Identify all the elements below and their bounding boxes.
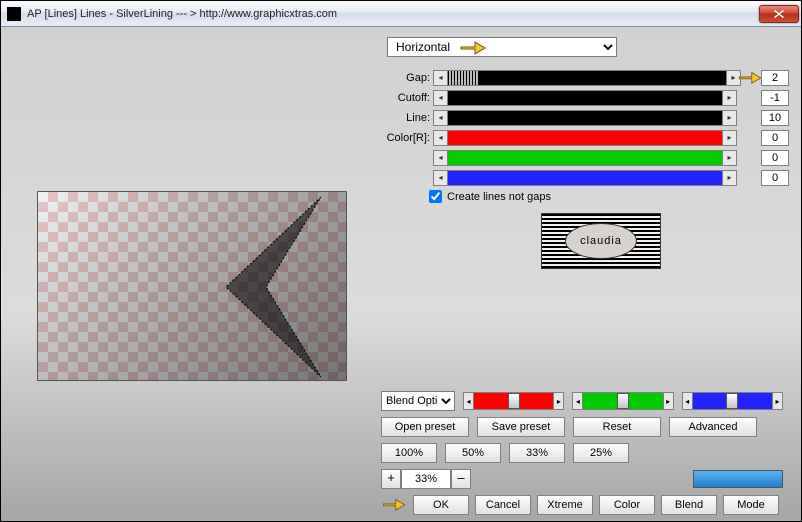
- preview-canvas: [37, 191, 347, 381]
- gap-label: Gap:: [381, 72, 433, 84]
- cutoff-value[interactable]: -1: [761, 90, 789, 106]
- slider-knob[interactable]: [726, 393, 738, 409]
- arrow-left-icon[interactable]: ◂: [434, 71, 448, 85]
- save-preset-button[interactable]: Save preset: [477, 417, 565, 437]
- create-lines-checkbox[interactable]: [429, 190, 442, 203]
- arrow-left-icon[interactable]: ◂: [434, 171, 448, 185]
- color-g-value[interactable]: 0: [761, 150, 789, 166]
- cursor-hand-icon: [381, 496, 407, 514]
- slider-knob[interactable]: [617, 393, 629, 409]
- blend-b-slider[interactable]: ◂ ▸: [682, 392, 783, 410]
- zoom-25-button[interactable]: 25%: [573, 443, 629, 463]
- open-preset-button[interactable]: Open preset: [381, 417, 469, 437]
- line-label: Line:: [381, 112, 433, 124]
- color-swatch[interactable]: [693, 470, 783, 488]
- title-bar: AP [Lines] Lines - SilverLining --- > ht…: [1, 1, 801, 27]
- zoom-50-button[interactable]: 50%: [445, 443, 501, 463]
- arrow-right-icon[interactable]: ▸: [663, 393, 673, 409]
- xtreme-button[interactable]: Xtreme: [537, 495, 593, 515]
- color-button[interactable]: Color: [599, 495, 655, 515]
- arrow-right-icon[interactable]: ▸: [722, 151, 736, 165]
- color-g-slider[interactable]: ◂ ▸: [433, 150, 737, 166]
- color-r-value[interactable]: 0: [761, 130, 789, 146]
- color-b-value[interactable]: 0: [761, 170, 789, 186]
- arrow-right-icon[interactable]: ▸: [772, 393, 782, 409]
- arrow-left-icon[interactable]: ◂: [434, 91, 448, 105]
- orientation-select[interactable]: Horizontal: [387, 37, 617, 57]
- line-value[interactable]: 10: [761, 110, 789, 126]
- brand-logo: claudia: [541, 213, 661, 269]
- arrow-left-icon[interactable]: ◂: [434, 111, 448, 125]
- cancel-button[interactable]: Cancel: [475, 495, 531, 515]
- arrow-left-icon[interactable]: ◂: [434, 151, 448, 165]
- arrow-left-icon[interactable]: ◂: [434, 131, 448, 145]
- arrow-right-icon[interactable]: ▸: [722, 131, 736, 145]
- create-lines-checkbox-wrap[interactable]: Create lines not gaps: [429, 190, 789, 203]
- color-r-label: Color[R]:: [381, 132, 433, 144]
- arrow-right-icon[interactable]: ▸: [722, 111, 736, 125]
- arrow-right-icon[interactable]: ▸: [726, 71, 740, 85]
- brand-logo-text: claudia: [580, 235, 622, 247]
- color-r-slider[interactable]: ◂ ▸: [433, 130, 737, 146]
- slider-knob[interactable]: [508, 393, 520, 409]
- zoom-in-button[interactable]: +: [381, 469, 401, 489]
- arrow-left-icon[interactable]: ◂: [573, 393, 583, 409]
- blend-g-slider[interactable]: ◂ ▸: [572, 392, 673, 410]
- zoom-out-button[interactable]: –: [451, 469, 471, 489]
- mode-button[interactable]: Mode: [723, 495, 779, 515]
- arrow-right-icon[interactable]: ▸: [722, 91, 736, 105]
- close-button[interactable]: [759, 5, 799, 23]
- arrow-right-icon[interactable]: ▸: [553, 393, 563, 409]
- arrow-right-icon[interactable]: ▸: [722, 171, 736, 185]
- blend-options-select[interactable]: Blend Options: [381, 391, 455, 411]
- orientation-select-wrap: Horizontal: [387, 37, 617, 57]
- advanced-button[interactable]: Advanced: [669, 417, 757, 437]
- blend-button[interactable]: Blend: [661, 495, 717, 515]
- line-slider[interactable]: ◂ ▸: [433, 110, 737, 126]
- cutoff-slider[interactable]: ◂ ▸: [433, 90, 737, 106]
- app-icon: [7, 7, 21, 21]
- zoom-33-button[interactable]: 33%: [509, 443, 565, 463]
- cutoff-label: Cutoff:: [381, 92, 433, 104]
- ok-button[interactable]: OK: [413, 495, 469, 515]
- blend-r-slider[interactable]: ◂ ▸: [463, 392, 564, 410]
- zoom-value[interactable]: 33%: [401, 469, 451, 489]
- gap-slider[interactable]: ◂ ▸: [433, 70, 741, 86]
- arrow-left-icon[interactable]: ◂: [683, 393, 693, 409]
- close-icon: [774, 10, 784, 18]
- gap-value[interactable]: 2: [761, 70, 789, 86]
- color-b-slider[interactable]: ◂ ▸: [433, 170, 737, 186]
- reset-button[interactable]: Reset: [573, 417, 661, 437]
- window-title: AP [Lines] Lines - SilverLining --- > ht…: [27, 8, 759, 20]
- create-lines-label: Create lines not gaps: [447, 191, 551, 203]
- arrow-left-icon[interactable]: ◂: [464, 393, 474, 409]
- zoom-100-button[interactable]: 100%: [381, 443, 437, 463]
